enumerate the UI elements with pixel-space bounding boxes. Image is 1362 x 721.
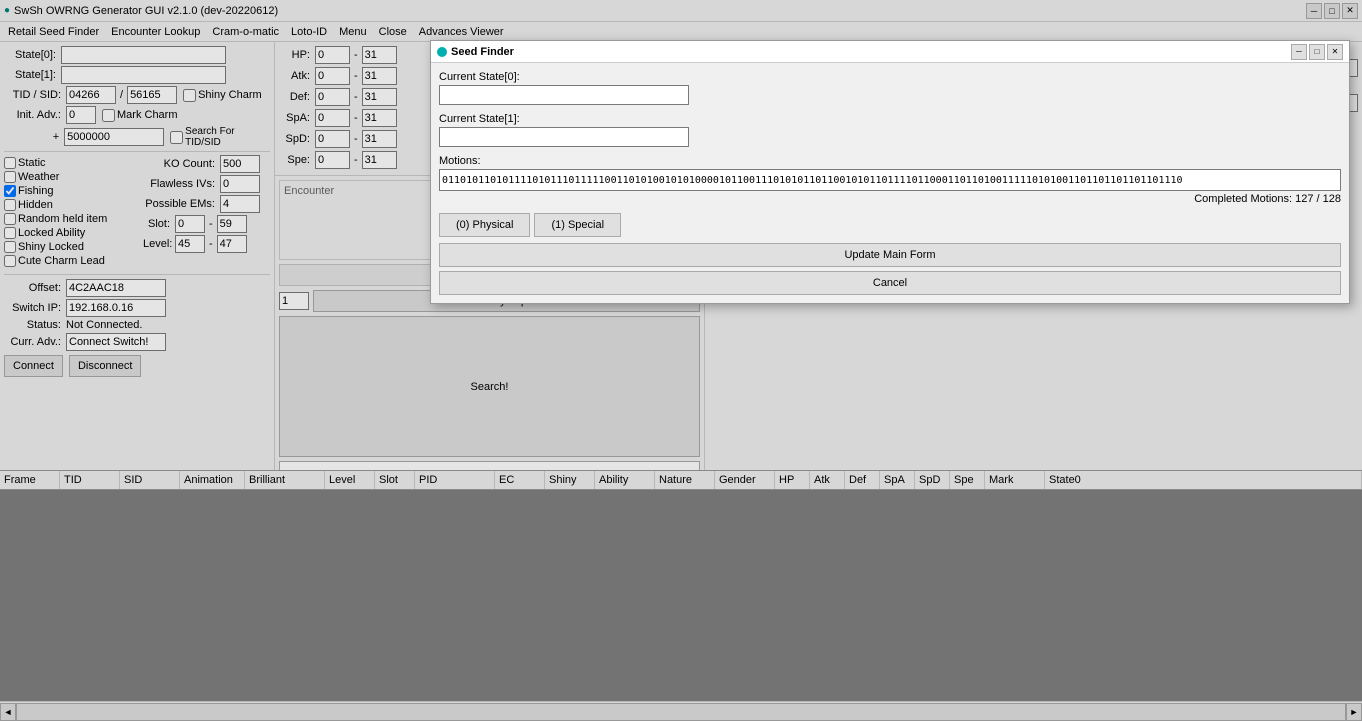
motions-input[interactable]: [439, 169, 1341, 191]
modal-state1-input[interactable]: [439, 127, 689, 147]
motions-count: Completed Motions: 127 / 128: [439, 193, 1341, 205]
modal-dot-icon: [437, 47, 447, 57]
modal-state0-label: Current State[0]:: [439, 71, 1341, 83]
physical-button[interactable]: (0) Physical: [439, 213, 530, 237]
modal-minimize-btn[interactable]: ─: [1291, 44, 1307, 60]
modal-title-bar: Seed Finder ─ □ ✕: [431, 41, 1349, 63]
modal-title: Seed Finder: [451, 46, 514, 58]
motions-label: Motions:: [439, 155, 1341, 167]
modal-cancel-button[interactable]: Cancel: [439, 271, 1341, 295]
modal-state1-label: Current State[1]:: [439, 113, 1341, 125]
modal-overlay: Seed Finder ─ □ ✕ Current State[0]: Curr…: [0, 0, 1362, 721]
modal-close-btn[interactable]: ✕: [1327, 44, 1343, 60]
special-button[interactable]: (1) Special: [534, 213, 621, 237]
update-main-form-button[interactable]: Update Main Form: [439, 243, 1341, 267]
modal-state0-input[interactable]: [439, 85, 689, 105]
seed-finder-modal: Seed Finder ─ □ ✕ Current State[0]: Curr…: [430, 40, 1350, 304]
modal-maximize-btn[interactable]: □: [1309, 44, 1325, 60]
